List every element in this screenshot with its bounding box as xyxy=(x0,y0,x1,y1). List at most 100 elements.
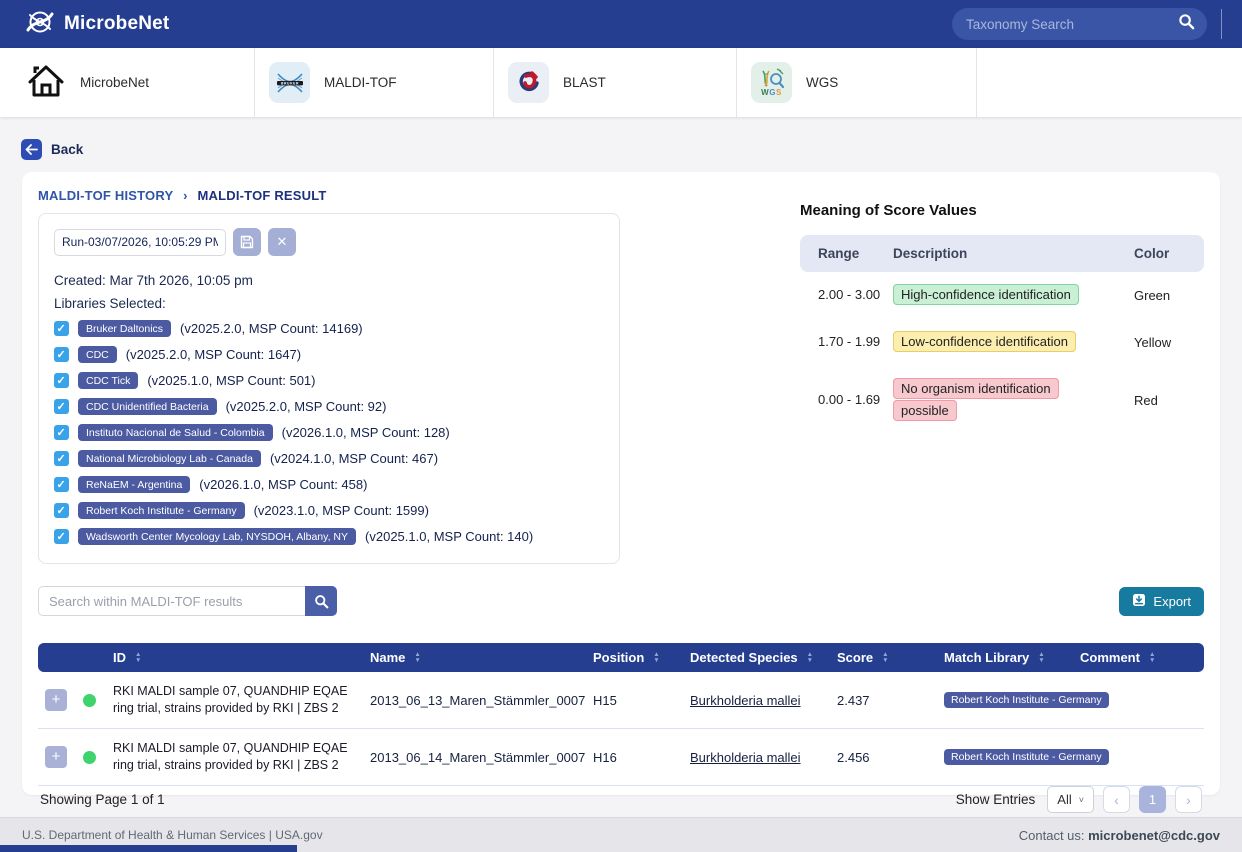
score-range: 0.00 - 1.69 xyxy=(800,391,893,410)
column-header-position[interactable]: Position ▲▼ xyxy=(577,650,677,665)
column-header-detected-species[interactable]: Detected Species ▲▼ xyxy=(677,650,825,665)
expand-row-button[interactable]: + xyxy=(45,746,67,768)
taxonomy-search-input[interactable] xyxy=(966,17,1178,32)
run-created-text: Created: Mar 7th 2026, 10:05 pm xyxy=(54,273,604,288)
library-badge: CDC Unidentified Bacteria xyxy=(78,398,217,415)
nav-item-blast[interactable]: BLAST xyxy=(494,48,737,117)
svg-text:BRUKER: BRUKER xyxy=(280,81,298,85)
column-header-match-library[interactable]: Match Library ▲▼ xyxy=(927,650,1075,665)
table-row: + RKI MALDI sample 07, QUANDHIP EQAE rin… xyxy=(38,729,1204,786)
results-table: ID ▲▼ Name ▲▼ Position ▲▼ Detected Speci… xyxy=(38,643,1204,786)
download-icon xyxy=(1132,593,1146,610)
taxonomy-search xyxy=(952,8,1207,40)
library-info: (v2024.1.0, MSP Count: 467) xyxy=(270,451,438,466)
score-color: Red xyxy=(1134,393,1204,408)
nav-item-microbenet-home[interactable]: MicrobeNet xyxy=(0,48,255,117)
results-search-button[interactable] xyxy=(305,586,337,616)
nav-label-home: MicrobeNet xyxy=(80,75,149,90)
results-search xyxy=(38,586,337,616)
match-library-badge: Robert Koch Institute - Germany xyxy=(944,749,1109,765)
match-library-badge: Robert Koch Institute - Germany xyxy=(944,692,1109,708)
library-row: Instituto Nacional de Salud - Colombia (… xyxy=(54,424,604,441)
results-search-input[interactable] xyxy=(38,586,305,616)
score-color: Green xyxy=(1134,288,1204,303)
brand-name: MicrobeNet xyxy=(64,13,169,35)
library-info: (v2023.1.0, MSP Count: 1599) xyxy=(254,503,429,518)
library-checkbox[interactable] xyxy=(54,425,69,440)
library-badge: CDC xyxy=(78,346,117,363)
library-checkbox[interactable] xyxy=(54,399,69,414)
wgs-icon: WGS xyxy=(751,62,792,103)
score-row: 2.00 - 3.00 High-confidence identificati… xyxy=(800,272,1204,319)
score-row: 0.00 - 1.69 No organism identification p… xyxy=(800,366,1204,436)
entries-value: All xyxy=(1057,792,1071,807)
library-checkbox[interactable] xyxy=(54,373,69,388)
species-link[interactable]: Burkholderia mallei xyxy=(690,750,801,765)
library-checkbox[interactable] xyxy=(54,503,69,518)
entries-per-page-select[interactable]: All ˅ xyxy=(1047,786,1094,813)
result-card: MALDI-TOF HISTORY › MALDI-TOF RESULT ✕ C… xyxy=(22,172,1220,795)
sort-icon: ▲▼ xyxy=(1038,652,1044,663)
library-checkbox[interactable] xyxy=(54,529,69,544)
library-badge: CDC Tick xyxy=(78,372,138,389)
score-header-color: Color xyxy=(1134,246,1204,261)
breadcrumb-history-link[interactable]: MALDI-TOF HISTORY xyxy=(38,188,173,203)
score-header-range: Range xyxy=(800,246,893,261)
brand-logo[interactable]: MicrobeNet xyxy=(24,6,169,43)
search-icon[interactable] xyxy=(1178,13,1195,35)
breadcrumb: MALDI-TOF HISTORY › MALDI-TOF RESULT xyxy=(38,188,1204,203)
footer-accent-bar xyxy=(0,845,297,852)
chevron-down-icon: ˅ xyxy=(1079,795,1084,805)
library-row: CDC Tick (v2025.1.0, MSP Count: 501) xyxy=(54,372,604,389)
score-range: 2.00 - 3.00 xyxy=(800,286,893,305)
library-checkbox[interactable] xyxy=(54,451,69,466)
sample-id: RKI MALDI sample 07, QUANDHIP EQAE ring … xyxy=(113,741,348,773)
footer-hhs-text: U.S. Department of Health & Human Servic… xyxy=(22,828,323,842)
export-label: Export xyxy=(1153,594,1191,609)
run-info-panel: ✕ Created: Mar 7th 2026, 10:05 pm Librar… xyxy=(38,213,620,564)
library-info: (v2026.1.0, MSP Count: 458) xyxy=(199,477,367,492)
contact-email-link[interactable]: microbenet@cdc.gov xyxy=(1088,828,1220,843)
back-button[interactable]: Back xyxy=(21,139,83,160)
library-info: (v2025.2.0, MSP Count: 14169) xyxy=(180,321,363,336)
page-number-button[interactable]: 1 xyxy=(1139,786,1166,813)
breadcrumb-separator: › xyxy=(183,188,188,203)
species-link[interactable]: Burkholderia mallei xyxy=(690,693,801,708)
library-info: (v2025.2.0, MSP Count: 92) xyxy=(226,399,387,414)
microbenet-swirl-icon xyxy=(24,6,56,43)
results-table-header: ID ▲▼ Name ▲▼ Position ▲▼ Detected Speci… xyxy=(38,643,1204,672)
library-row: ReNaEM - Argentina (v2026.1.0, MSP Count… xyxy=(54,476,604,493)
nav-item-wgs[interactable]: WGS WGS xyxy=(737,48,977,117)
expand-row-button[interactable]: + xyxy=(45,689,67,711)
score-header-description: Description xyxy=(893,246,1134,261)
export-button[interactable]: Export xyxy=(1119,587,1204,616)
column-header-score[interactable]: Score ▲▼ xyxy=(825,650,927,665)
previous-page-button[interactable]: ‹ xyxy=(1103,786,1130,813)
column-header-id[interactable]: ID ▲▼ xyxy=(104,650,359,665)
sample-name: 2013_06_13_Maren_Stämmler_0007 xyxy=(359,693,577,708)
library-checkbox[interactable] xyxy=(54,347,69,362)
score-range: 1.70 - 1.99 xyxy=(800,333,893,352)
library-info: (v2025.1.0, MSP Count: 501) xyxy=(147,373,315,388)
library-info: (v2025.1.0, MSP Count: 140) xyxy=(365,529,533,544)
cancel-rename-button[interactable]: ✕ xyxy=(268,228,296,256)
column-header-comment[interactable]: Comment ▲▼ xyxy=(1075,650,1204,665)
home-icon xyxy=(26,62,66,103)
sort-icon: ▲▼ xyxy=(653,652,659,663)
back-label: Back xyxy=(51,142,83,157)
run-name-input[interactable] xyxy=(54,229,226,256)
library-checkbox[interactable] xyxy=(54,321,69,336)
save-run-name-button[interactable] xyxy=(233,228,261,256)
column-header-name[interactable]: Name ▲▼ xyxy=(359,650,577,665)
contact-label: Contact us: xyxy=(1019,828,1088,843)
nav-item-maldi-tof[interactable]: BRUKER MALDI-TOF xyxy=(255,48,494,117)
library-badge: Robert Koch Institute - Germany xyxy=(78,502,245,519)
blast-icon xyxy=(508,62,549,103)
sort-icon: ▲▼ xyxy=(414,652,420,663)
status-dot-green xyxy=(83,751,96,764)
score-table-header: Range Description Color xyxy=(800,235,1204,272)
status-dot-green xyxy=(83,694,96,707)
library-info: (v2026.1.0, MSP Count: 128) xyxy=(282,425,450,440)
next-page-button[interactable]: › xyxy=(1175,786,1202,813)
library-checkbox[interactable] xyxy=(54,477,69,492)
